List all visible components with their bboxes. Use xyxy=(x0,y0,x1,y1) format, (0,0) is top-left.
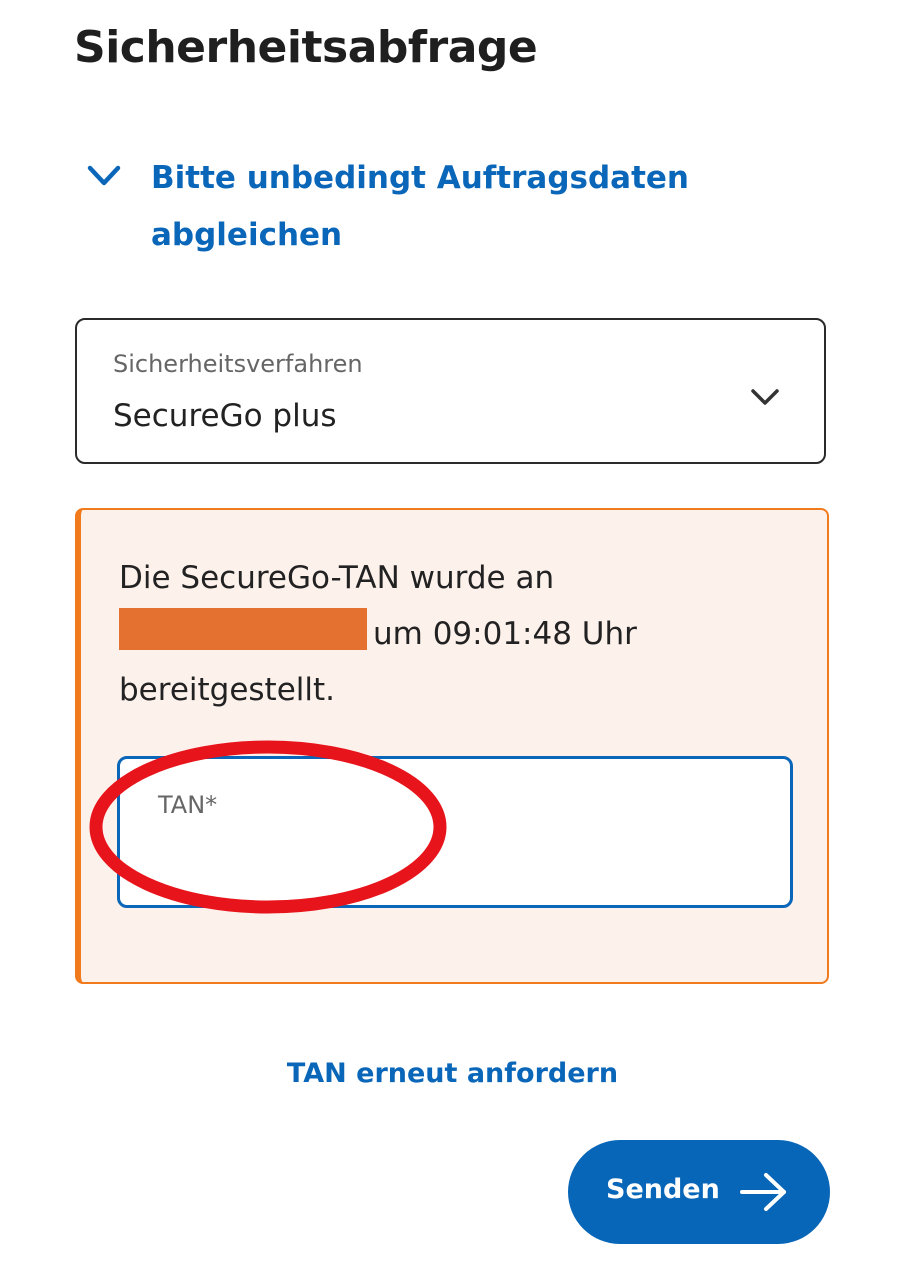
chevron-down-icon xyxy=(87,165,121,186)
tan-notice-time: um 09:01:48 Uhr xyxy=(373,616,637,652)
tan-notice-text-before: Die SecureGo-TAN wurde an xyxy=(119,560,555,596)
security-method-value: SecureGo plus xyxy=(113,398,337,434)
page-title: Sicherheitsabfrage xyxy=(74,22,538,73)
order-data-expander[interactable]: Bitte unbedingt Auftragsdaten abgleichen xyxy=(86,150,726,260)
tan-input[interactable]: TAN* xyxy=(117,756,793,908)
resend-tan-link[interactable]: TAN erneut anfordern xyxy=(0,1058,905,1089)
send-button-label: Senden xyxy=(606,1174,720,1205)
expander-label: Bitte unbedingt Auftragsdaten abgleichen xyxy=(151,160,689,253)
security-method-label: Sicherheitsverfahren xyxy=(113,350,363,378)
redacted-device-name xyxy=(119,608,367,650)
chevron-down-icon xyxy=(751,389,779,405)
tan-notice-box: Die SecureGo-TAN wurde an um 09:01:48 Uh… xyxy=(75,508,829,984)
send-button[interactable]: Senden xyxy=(568,1140,830,1244)
tan-notice-text: Die SecureGo-TAN wurde an um 09:01:48 Uh… xyxy=(119,550,799,718)
tan-input-label: TAN* xyxy=(158,791,218,819)
security-method-select[interactable]: Sicherheitsverfahren SecureGo plus xyxy=(75,318,826,464)
arrow-right-icon xyxy=(740,1173,786,1211)
tan-notice-text-after: bereitgestellt. xyxy=(119,672,336,708)
